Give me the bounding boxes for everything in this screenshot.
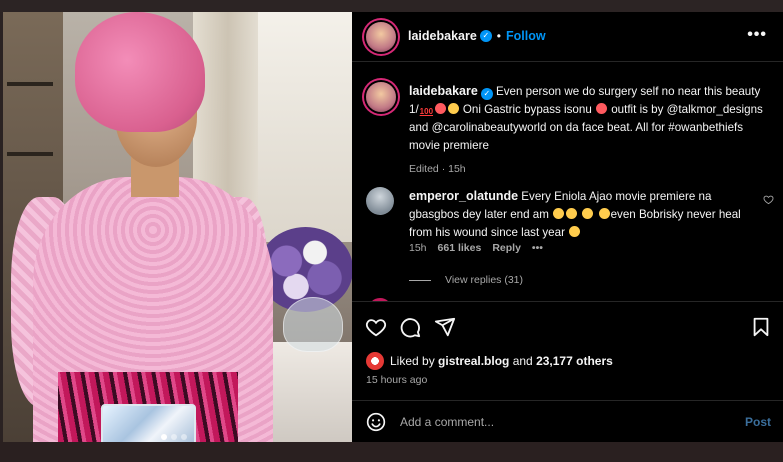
- comment-input[interactable]: Add a comment...: [400, 415, 494, 429]
- comments-section[interactable]: laidebakare ✓ Even person we do surgery s…: [352, 62, 783, 302]
- commenter-avatar[interactable]: [366, 187, 394, 215]
- laughing-emoji-icon: [569, 226, 581, 237]
- laughing-emoji-icon: [598, 208, 610, 219]
- laughing-emoji-icon: [566, 208, 578, 219]
- photo-shelf: [7, 82, 53, 86]
- carousel-dot-active: [161, 434, 167, 440]
- action-bar: [352, 302, 783, 342]
- separator-dot: •: [496, 29, 501, 43]
- laughing-emoji-icon: [447, 103, 459, 114]
- comment-more-icon[interactable]: •••: [532, 242, 543, 254]
- comment-meta: 15h 661 likes Reply •••: [409, 242, 543, 254]
- bookmark-icon[interactable]: [750, 316, 772, 338]
- share-icon[interactable]: [434, 316, 456, 338]
- comment-time: 15h: [409, 242, 427, 254]
- heart-eyes-emoji-icon: [596, 103, 607, 114]
- likes-others[interactable]: 23,177 others: [536, 354, 613, 368]
- caption-avatar[interactable]: [366, 82, 396, 112]
- backdrop-strip-top: [0, 0, 783, 12]
- photo-vase: [283, 297, 343, 352]
- commenter-username[interactable]: emperor_olatunde: [409, 189, 518, 203]
- heart-icon[interactable]: [365, 316, 387, 338]
- photo-window: [258, 12, 352, 242]
- caption-text-part: Oni Gastric bypass isonu: [459, 103, 595, 116]
- follow-button[interactable]: Follow: [506, 29, 546, 43]
- comment-icon[interactable]: [399, 316, 421, 338]
- carousel-dot: [181, 434, 187, 440]
- likes-summary: Liked by gistreal.blog and 23,177 others: [366, 352, 613, 370]
- hundred-emoji-icon: 100: [419, 107, 434, 116]
- author-avatar[interactable]: [366, 22, 396, 52]
- post-photo[interactable]: [3, 12, 352, 442]
- likes-text: Liked by gistreal.blog and 23,177 others: [390, 354, 613, 368]
- carousel-dot: [171, 434, 177, 440]
- face-emoji-icon: [434, 103, 446, 114]
- caption: laidebakare ✓ Even person we do surgery s…: [409, 82, 769, 178]
- likes-prefix: Liked by: [390, 354, 439, 368]
- backdrop-strip-bottom: [0, 440, 783, 462]
- author-username[interactable]: laidebakare: [408, 29, 477, 43]
- verified-icon: ✓: [479, 30, 492, 42]
- smiley-icon[interactable]: [366, 412, 386, 432]
- post-header: laidebakare ✓ • Follow •••: [352, 12, 783, 62]
- post-panel: laidebakare ✓ • Follow ••• laidebakare ✓ …: [352, 12, 783, 442]
- liker-avatar[interactable]: [366, 352, 384, 370]
- likes-joiner: and: [509, 354, 537, 368]
- caption-username[interactable]: laidebakare: [409, 84, 478, 98]
- photo-shelf: [7, 152, 53, 156]
- carousel-indicator: [161, 434, 187, 440]
- photo-headwrap: [75, 12, 205, 132]
- post-comment-button[interactable]: Post: [745, 415, 771, 429]
- liker-username[interactable]: gistreal.blog: [438, 354, 509, 368]
- add-comment-bar: Add a comment... Post: [352, 400, 783, 442]
- reply-button[interactable]: Reply: [492, 242, 521, 254]
- view-replies-label: View replies (31): [445, 274, 524, 286]
- comment-like-heart-icon[interactable]: [763, 194, 774, 205]
- more-icon[interactable]: •••: [747, 26, 767, 44]
- comment-likes[interactable]: 661 likes: [438, 242, 482, 254]
- view-replies-button[interactable]: View replies (31): [409, 274, 523, 286]
- comment: emperor_olatunde Every Eniola Ajao movie…: [409, 187, 754, 242]
- replies-line: [409, 279, 431, 281]
- laughing-emoji-icon: [582, 208, 594, 219]
- post-timestamp: 15 hours ago: [366, 374, 428, 386]
- verified-icon: ✓: [480, 88, 493, 100]
- laughing-emoji-icon: [553, 208, 565, 219]
- caption-meta: Edited · 15h: [409, 163, 466, 175]
